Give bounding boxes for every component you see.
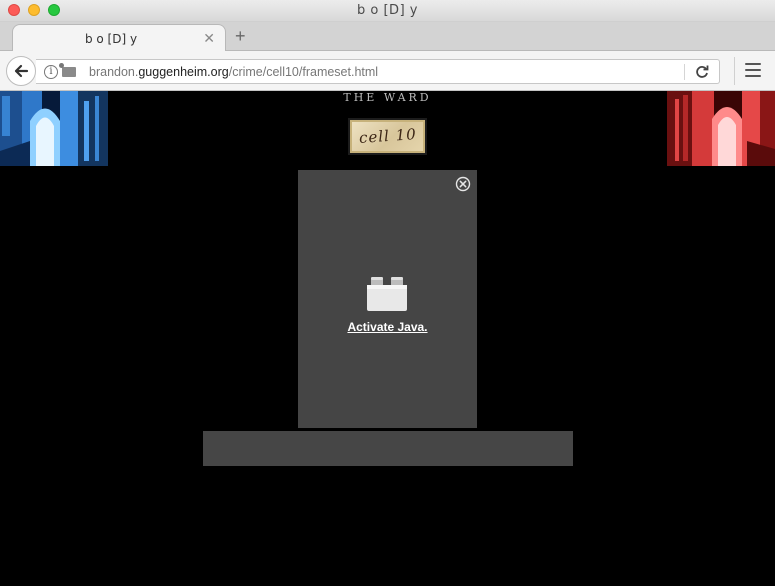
page-content: THE WARD cell 10 Activate Java.	[0, 91, 775, 586]
tab-title: b o [D] y	[84, 32, 138, 46]
title-bar: b o [D] y	[0, 0, 775, 22]
navigation-bar: i brandon.guggenheim.org/crime/cell10/fr…	[0, 51, 775, 91]
site-info-icon[interactable]: i	[44, 65, 58, 79]
plugin-lego-icon	[367, 277, 407, 311]
back-arrow-icon	[14, 64, 29, 78]
url-path: /crime/cell10/frameset.html	[228, 65, 379, 79]
tab-close-icon[interactable]: ✕	[203, 30, 215, 46]
tab-strip: b o [D] y ✕ +	[0, 22, 775, 52]
bottom-frame-panel	[203, 431, 573, 466]
ward-title: THE WARD	[343, 91, 432, 104]
window-title: b o [D] y	[357, 3, 418, 18]
java-plugin-placeholder[interactable]: Activate Java.	[298, 170, 477, 428]
url-bar[interactable]: i brandon.guggenheim.org/crime/cell10/fr…	[36, 59, 720, 84]
activate-java-link[interactable]: Activate Java.	[298, 320, 477, 334]
url-domain: guggenheim.org	[138, 65, 229, 79]
tab-active[interactable]: b o [D] y ✕	[12, 24, 226, 52]
close-icon[interactable]	[455, 176, 471, 192]
plugin-notification-icon[interactable]	[59, 63, 76, 77]
url-prefix: brandon.	[89, 65, 139, 79]
toolbar-separator	[734, 57, 735, 85]
cell-label-image: cell 10	[348, 118, 427, 155]
back-button[interactable]	[6, 56, 36, 86]
url-separator	[684, 64, 685, 80]
reload-icon[interactable]	[694, 64, 710, 80]
hamburger-menu-icon[interactable]	[745, 63, 761, 77]
new-tab-button[interactable]: +	[235, 26, 246, 46]
url-text[interactable]: brandon.guggenheim.org/crime/cell10/fram…	[89, 65, 378, 79]
cell-label-text: cell 10	[358, 125, 417, 147]
